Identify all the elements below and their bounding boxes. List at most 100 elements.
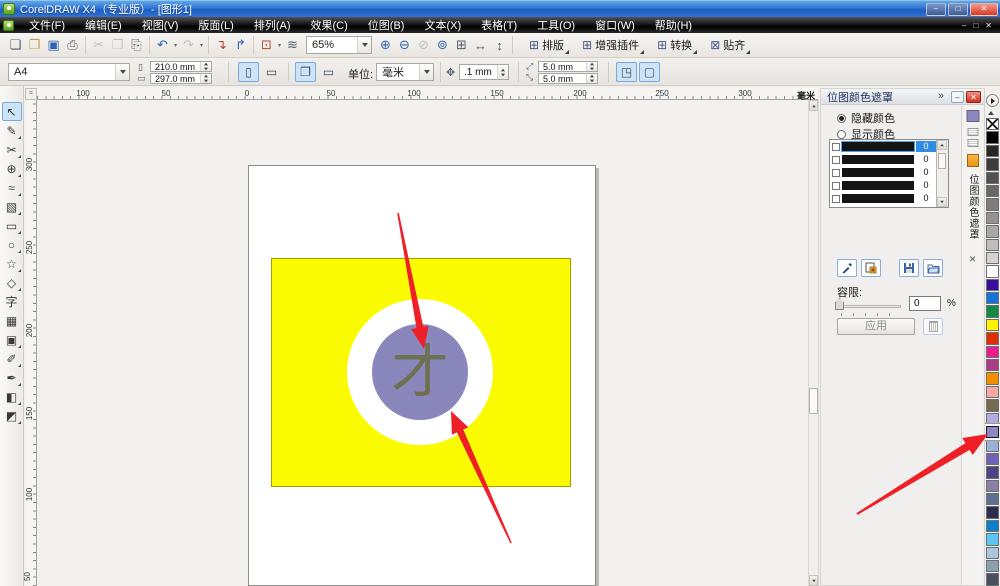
landscape-button[interactable]: ▭ [261,62,282,82]
menu-item-11[interactable]: 帮助(H) [645,17,702,33]
horizontal-ruler[interactable]: 毫米 10050050100150200250300 [37,88,818,100]
save-mask-button[interactable] [899,259,919,277]
zoom-all-objects-icon[interactable]: ⊚ [433,36,452,54]
palette-swatch[interactable] [986,533,999,545]
paste-icon[interactable]: ⎘ [127,36,146,54]
basic-shapes-tool[interactable]: ◇ [2,273,22,292]
zoom-tool[interactable]: ⊕ [2,159,22,178]
docker-close-button[interactable]: ✕ [966,91,981,103]
units-combo[interactable]: 毫米 [376,63,434,81]
palette-swatch[interactable] [986,466,999,478]
duplicate-x-field[interactable]: 5.0 mm [538,61,598,72]
palette-swatch[interactable] [986,292,999,304]
pick-tool[interactable]: ↖ [2,102,22,121]
zoom-selected-icon[interactable]: ⊘ [414,36,433,54]
maximize-button[interactable]: □ [948,3,968,16]
polygon-tool[interactable]: ☆ [2,254,22,273]
canvas-vertical-scrollbar[interactable] [808,100,819,586]
tab-close-icon[interactable]: ✕ [969,254,977,265]
palette-swatch[interactable] [986,413,999,425]
doc-close-button[interactable]: ✕ [985,21,992,30]
menu-item-5[interactable]: 效果(C) [301,17,358,33]
tolerance-slider-track[interactable] [837,305,901,308]
page-width-field[interactable]: 210.0 mm [150,61,212,72]
palette-swatch[interactable] [986,239,999,251]
palette-swatch[interactable] [986,386,999,398]
palette-swatch[interactable] [986,480,999,492]
palette-swatch[interactable] [986,439,999,451]
palette-swatch[interactable] [986,493,999,505]
mask-color-row[interactable]: 0 [830,166,948,179]
palette-swatch[interactable] [986,252,999,264]
redo-dropdown-icon[interactable]: ▾ [198,42,205,49]
duplicate-y-field[interactable]: 5.0 mm [538,73,598,84]
checkbox[interactable] [832,156,840,164]
zoom-page-icon[interactable]: ⊞ [452,36,471,54]
palette-swatch[interactable] [986,172,999,184]
palette-swatch[interactable] [986,346,999,358]
palette-swatch[interactable] [986,399,999,411]
blend-tool[interactable]: ▣ [2,330,22,349]
menu-item-6[interactable]: 位图(B) [358,17,415,33]
docker-mini-icon[interactable] [967,139,978,147]
convert-button[interactable]: ⊞转换 [652,35,697,55]
mask-color-list[interactable]: 00000 [829,139,949,208]
undo-icon[interactable]: ↶ [153,36,172,54]
menu-item-4[interactable]: 排列(A) [244,17,301,33]
docker-minimize-button[interactable]: – [951,91,964,103]
close-button[interactable]: ✕ [970,3,998,16]
export-icon[interactable]: ↱ [231,36,250,54]
rectangle-tool[interactable]: ▭ [2,216,22,235]
palette-swatch[interactable] [986,426,999,438]
palette-swatch[interactable] [986,359,999,371]
mask-color-row[interactable]: 0 [830,179,948,192]
docker-mini-icon[interactable] [967,128,978,136]
interactive-fill-tool[interactable]: ◩ [2,406,22,425]
docker-tab-title[interactable]: 位图颜色遮罩 [965,174,980,240]
palette-swatch[interactable] [986,547,999,559]
smart-fill-tool[interactable]: ▧ [2,197,22,216]
checkbox[interactable] [832,195,840,203]
ellipse-tool[interactable]: ○ [2,235,22,254]
text-tool[interactable]: 字 [2,292,22,311]
page-height-field[interactable]: 297.0 mm [150,73,212,84]
list-scrollbar[interactable] [936,140,948,207]
paper-size-combo[interactable]: A4 [8,63,130,81]
radio-show-color[interactable] [837,130,846,139]
zoom-out-icon[interactable]: ⊖ [395,36,414,54]
scroll-down-icon[interactable] [937,197,947,207]
print-icon[interactable]: ⎙ [63,36,82,54]
cut-icon[interactable]: ✂ [89,36,108,54]
palette-swatch[interactable] [986,225,999,237]
palette-swatch[interactable] [986,265,999,277]
spinner-arrows-icon[interactable] [586,74,597,83]
doc-minimize-button[interactable]: – [962,21,966,30]
chevron-down-icon[interactable] [357,37,371,53]
menu-item-1[interactable]: 编辑(E) [75,17,132,33]
palette-swatch[interactable] [986,212,999,224]
redo-icon[interactable]: ↷ [179,36,198,54]
zoom-level-combo[interactable]: 65% [306,36,372,54]
menu-item-7[interactable]: 文本(X) [414,17,471,33]
zoom-in-icon[interactable]: ⊕ [376,36,395,54]
palette-swatch[interactable] [986,185,999,197]
docker-lamp-icon[interactable] [967,154,979,167]
palette-swatch[interactable] [986,131,999,143]
checkbox[interactable] [832,169,840,177]
view-navigator-icon[interactable]: ≋ [283,36,302,54]
undo-dropdown-icon[interactable]: ▾ [172,42,179,49]
checkbox[interactable] [832,182,840,190]
app-launcher-dropdown-icon[interactable]: ▾ [276,42,283,49]
current-page-button[interactable]: ▭ [318,62,339,82]
palette-swatch[interactable] [986,372,999,384]
drawing-canvas[interactable]: 才 [37,100,808,586]
eyedropper-tool[interactable]: ✐ [2,349,22,368]
mask-color-row[interactable]: 0 [830,192,948,205]
select-color-button[interactable] [861,259,881,277]
vertical-ruler[interactable]: 30025020015010050 [25,100,37,586]
checkbox[interactable] [832,143,840,151]
chevron-down-icon[interactable] [419,64,433,80]
chevron-down-icon[interactable] [115,64,129,80]
zoom-page-height-icon[interactable]: ↕ [490,36,509,54]
treat-as-filled-button[interactable]: ◳ [616,62,637,82]
